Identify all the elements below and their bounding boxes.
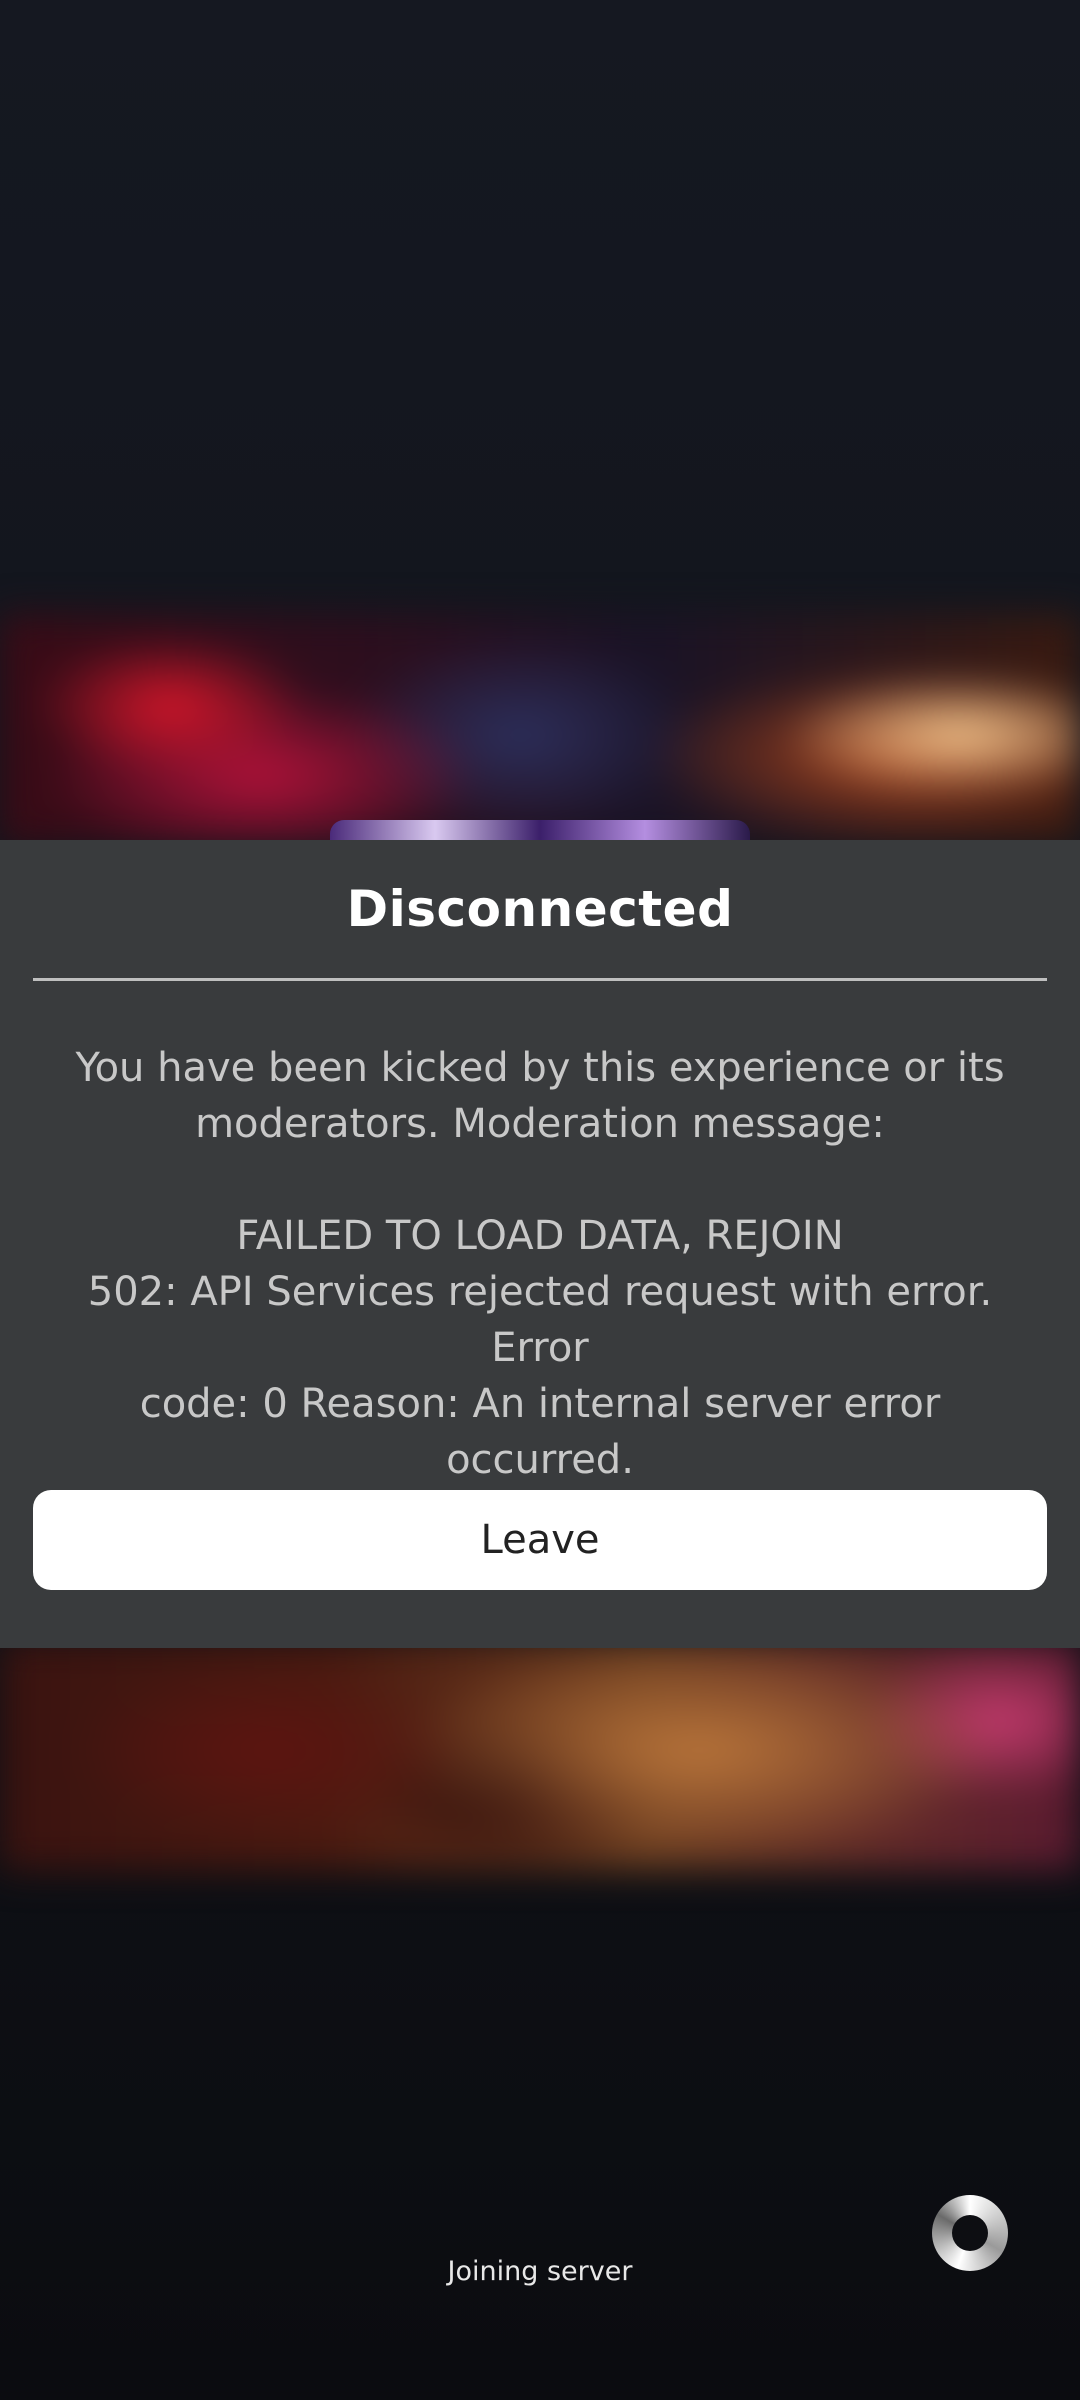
- loading-spinner-icon: [932, 2195, 1008, 2271]
- disconnected-dialog: Disconnected You have been kicked by thi…: [0, 840, 1080, 1648]
- kick-message-intro: You have been kicked by this experience …: [75, 1045, 1005, 1147]
- game-thumbnail-peek: [330, 820, 750, 840]
- dialog-message: You have been kicked by this experience …: [60, 1040, 1020, 1544]
- game-thumbnail-blur-top: [0, 615, 1080, 845]
- dialog-title: Disconnected: [346, 880, 734, 938]
- leave-button[interactable]: Leave: [33, 1490, 1047, 1590]
- game-thumbnail-blur-bottom: [0, 1640, 1080, 1870]
- dialog-divider: [33, 978, 1047, 981]
- joining-server-label: Joining server: [447, 2256, 633, 2287]
